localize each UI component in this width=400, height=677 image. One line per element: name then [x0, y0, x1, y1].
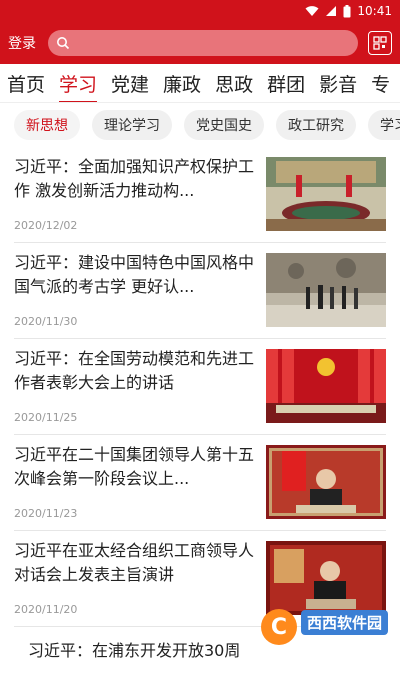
list-item[interactable]: 习近平在二十国集团领导人第十五次峰会第一阶段会议上... 2020/11/23 [14, 435, 386, 531]
login-button[interactable]: 登录 [8, 33, 48, 53]
tab-ideology[interactable]: 思政 [208, 70, 260, 97]
tab-party-building[interactable]: 党建 [104, 70, 156, 97]
chip-political-research[interactable]: 政工研究 [276, 110, 356, 140]
list-item[interactable]: 习近平：全面加强知识产权保护工作 激发创新活力推动构... 2020/12/02 [14, 147, 386, 243]
watermark: C 西西软件园 CR173.COM [260, 609, 388, 645]
watermark-name: 西西软件园 [300, 609, 388, 635]
chip-party-history[interactable]: 党史国史 [184, 110, 264, 140]
battery-icon [343, 4, 351, 17]
article-thumbnail [266, 349, 386, 423]
tab-home[interactable]: 首页 [0, 70, 52, 97]
category-tabs: 首页 学习 党建 廉政 思政 群团 影音 专 [0, 64, 400, 103]
tab-media[interactable]: 影音 [312, 70, 364, 97]
watermark-url: CR173.COM [300, 634, 355, 645]
article-date: 2020/11/23 [14, 507, 78, 520]
article-thumbnail [266, 157, 386, 231]
article-date: 2020/11/30 [14, 315, 78, 328]
article-date: 2020/12/02 [14, 219, 78, 232]
tab-integrity[interactable]: 廉政 [156, 70, 208, 97]
article-date: 2020/11/20 [14, 603, 78, 616]
article-thumbnail [266, 541, 386, 615]
qr-scan-button[interactable] [368, 31, 392, 55]
chip-study[interactable]: 学习 [368, 110, 400, 140]
chip-theory-study[interactable]: 理论学习 [92, 110, 172, 140]
article-title: 习近平在亚太经合组织工商领导人对话会上发表主旨演讲 [14, 541, 255, 584]
sub-category-chips: 新思想 理论学习 党史国史 政工研究 学习 [0, 103, 400, 147]
signal-icon [326, 6, 337, 16]
search-input[interactable] [48, 30, 358, 56]
tab-study[interactable]: 学习 [52, 70, 104, 102]
article-title: 习近平：建设中国特色中国风格中国气派的考古学 更好认... [14, 253, 255, 296]
status-bar: 10:41 [0, 0, 400, 22]
article-date: 2020/11/25 [14, 411, 78, 424]
article-thumbnail [266, 445, 386, 519]
wifi-icon [305, 6, 319, 16]
article-thumbnail [266, 253, 386, 327]
search-icon [57, 37, 70, 50]
tab-special[interactable]: 专 [364, 70, 397, 97]
tab-mass-groups[interactable]: 群团 [260, 70, 312, 97]
article-title: 习近平：全面加强知识产权保护工作 激发创新活力推动构... [14, 157, 255, 200]
qr-code-icon [373, 36, 387, 50]
article-title: 习近平在二十国集团领导人第十五次峰会第一阶段会议上... [14, 445, 255, 488]
list-item[interactable]: 习近平：建设中国特色中国风格中国气派的考古学 更好认... 2020/11/30 [14, 243, 386, 339]
top-bar: 登录 [0, 22, 400, 64]
article-list: 习近平：全面加强知识产权保护工作 激发创新活力推动构... 2020/12/02… [0, 147, 400, 677]
watermark-logo-icon: C [260, 609, 297, 645]
list-item[interactable]: 习近平：在全国劳动模范和先进工作者表彰大会上的讲话 2020/11/25 [14, 339, 386, 435]
article-title: 习近平：在全国劳动模范和先进工作者表彰大会上的讲话 [14, 349, 255, 392]
chip-new-thought[interactable]: 新思想 [14, 110, 80, 140]
status-time: 10:41 [357, 4, 392, 18]
